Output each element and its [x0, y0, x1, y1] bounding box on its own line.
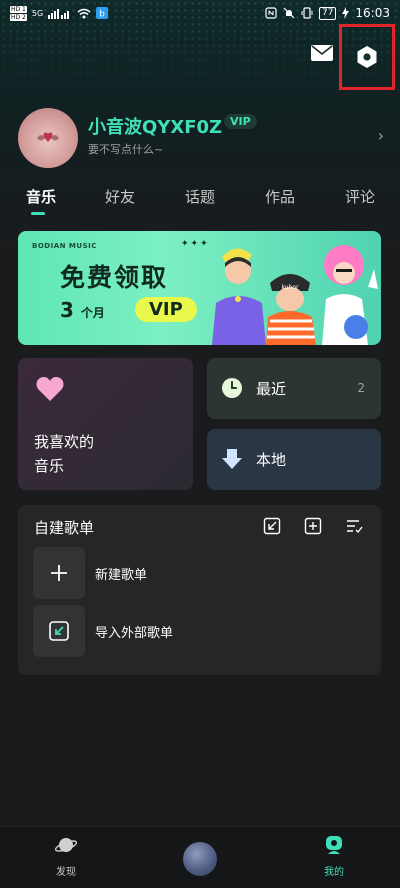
- vip-badge[interactable]: VIP: [224, 114, 257, 129]
- favorite-music-card[interactable]: 我喜欢的 音乐: [18, 358, 193, 490]
- status-bar: HD 1 HD 2 5G b 77 16:03: [0, 0, 400, 26]
- nav-mine[interactable]: 我的: [304, 835, 364, 878]
- new-playlist-label: 新建歌单: [95, 568, 148, 583]
- hexagon-settings-icon: [357, 46, 377, 68]
- avatar-heart-icon: [37, 132, 59, 142]
- import-external-playlist-label: 导入外部歌单: [95, 626, 174, 641]
- created-playlists-panel: 自建歌单 新建歌单 导入外部歌单: [18, 505, 381, 675]
- envelope-icon: [311, 45, 333, 61]
- sim-indicators: HD 1 HD 2: [10, 5, 27, 21]
- list-check-icon: [347, 520, 363, 534]
- signal-icon: [48, 8, 70, 19]
- clock: 16:03: [355, 6, 390, 20]
- profile-bio: 要不写点什么~: [88, 143, 164, 156]
- banner-vip-pill: VIP: [135, 297, 197, 322]
- status-bar-left: HD 1 HD 2 5G b: [10, 5, 109, 21]
- vip-promo-banner[interactable]: BODIAN MUSIC ✦✦✦ 免费领取 3 个月 VIP kubor: [18, 231, 381, 345]
- plus-glyph: [51, 565, 67, 581]
- plus-icon: [33, 547, 85, 599]
- mute-icon: [283, 7, 295, 19]
- messages-button[interactable]: [309, 40, 335, 66]
- banner-months-number: 3: [60, 298, 74, 322]
- sim1-indicator: HD 1: [10, 5, 27, 13]
- import-external-playlist-item[interactable]: 导入外部歌单: [33, 605, 373, 657]
- profile-header[interactable]: 小音波QYXF0Z VIP 要不写点什么~ ›: [18, 108, 388, 168]
- tab-topics[interactable]: 话题: [185, 186, 215, 207]
- banner-brand: BODIAN MUSIC: [32, 242, 97, 250]
- nfc-icon: [265, 7, 277, 19]
- svg-text:b: b: [99, 10, 105, 20]
- vibrate-icon: [301, 7, 313, 19]
- svg-text:kubor: kubor: [281, 284, 299, 291]
- nav-discover[interactable]: 发现: [36, 835, 96, 878]
- avatar[interactable]: [18, 108, 78, 168]
- settings-button[interactable]: [339, 24, 395, 90]
- plus-square-icon: [304, 517, 322, 535]
- tab-music[interactable]: 音乐: [26, 186, 56, 207]
- local-label: 本地: [256, 451, 287, 469]
- status-bar-right: 77 16:03: [265, 6, 390, 20]
- new-playlist-item[interactable]: 新建歌单: [33, 547, 373, 599]
- clock-icon: [222, 378, 242, 398]
- planet-icon: [54, 838, 78, 852]
- wifi-icon: [77, 8, 91, 18]
- banner-months-unit: 个月: [80, 306, 105, 320]
- add-playlist-button[interactable]: [303, 516, 323, 536]
- tab-works[interactable]: 作品: [265, 186, 295, 207]
- app-notification-icon: b: [96, 7, 109, 20]
- bottom-navigation: 发现 我的: [0, 826, 400, 888]
- recent-label: 最近: [256, 380, 287, 398]
- import-icon: [33, 605, 85, 657]
- tab-indicator: [31, 212, 45, 215]
- import-glyph: [49, 621, 69, 641]
- favorite-music-label: 我喜欢的 音乐: [34, 433, 95, 475]
- manage-playlists-button[interactable]: [344, 516, 364, 536]
- chevron-right-icon[interactable]: ›: [378, 126, 384, 145]
- now-playing-disc[interactable]: [183, 842, 217, 876]
- profile-icon: [326, 836, 342, 854]
- playlists-title: 自建歌单: [34, 519, 95, 537]
- sim2-indicator: HD 2: [10, 13, 27, 21]
- banner-illustration: kubor: [212, 245, 378, 345]
- import-playlist-button[interactable]: [262, 516, 282, 536]
- nav-discover-label: 发现: [56, 867, 76, 878]
- banner-months: 3 个月: [60, 298, 105, 322]
- battery-level: 77: [318, 6, 337, 20]
- tab-friends[interactable]: 好友: [105, 186, 135, 207]
- charging-icon: [342, 7, 350, 19]
- heart-icon: [36, 377, 64, 401]
- download-icon: [222, 449, 242, 469]
- network-type: 5G: [31, 8, 44, 18]
- import-icon: [263, 517, 281, 535]
- local-card[interactable]: 本地: [207, 429, 381, 490]
- banner-title: 免费领取: [60, 263, 169, 292]
- profile-tabs: 音乐 好友 话题 作品 评论: [0, 186, 400, 216]
- recent-card[interactable]: 最近 2: [207, 358, 381, 419]
- recent-count: 2: [357, 381, 365, 395]
- nav-mine-label: 我的: [324, 867, 344, 878]
- username: 小音波QYXF0Z: [88, 117, 223, 138]
- tab-comments[interactable]: 评论: [345, 186, 375, 207]
